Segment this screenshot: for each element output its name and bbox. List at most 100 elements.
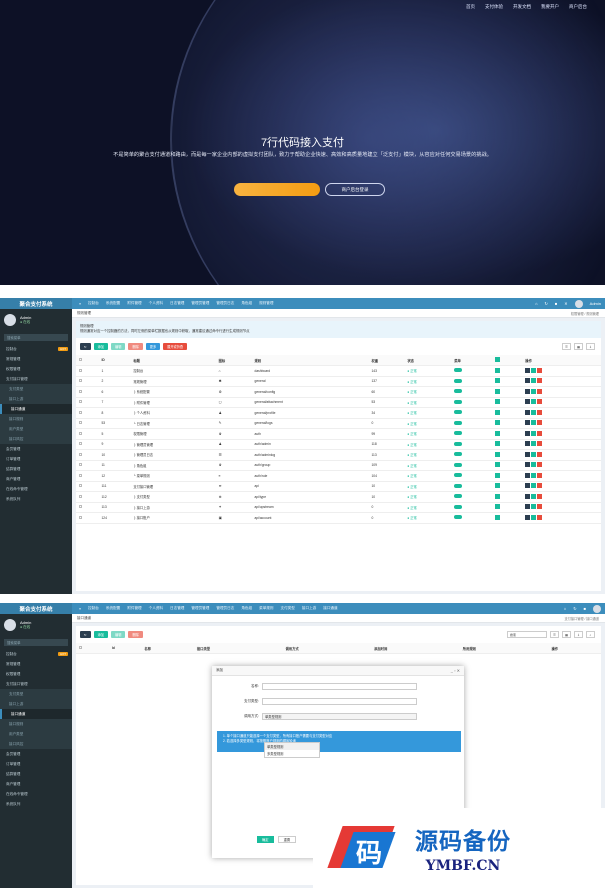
top-tab[interactable]: 系统配置 — [106, 301, 120, 306]
col-rule[interactable]: 规则 — [251, 355, 369, 366]
drag-icon[interactable] — [525, 388, 531, 394]
top-tab[interactable]: 系统配置 — [106, 606, 120, 611]
edit-icon[interactable] — [531, 430, 537, 436]
row-menu-switch[interactable] — [451, 481, 493, 492]
top-tab[interactable]: 支付类型 — [280, 606, 294, 611]
col-menu[interactable]: 菜单 — [451, 355, 493, 366]
row-toggle[interactable] — [492, 428, 523, 440]
sidebar-item-upstream[interactable]: 接口上游 — [0, 394, 72, 404]
sidebar-item-risk[interactable]: 接口风控 — [0, 434, 72, 444]
sidebar-item-merchant[interactable]: 商户管理 — [0, 779, 72, 789]
edit-icon[interactable] — [531, 367, 537, 373]
avatar[interactable] — [574, 299, 583, 308]
sidebar-item-user-type[interactable]: 用户类型 — [0, 424, 72, 434]
row-menu-switch[interactable] — [451, 386, 493, 398]
nav-signup[interactable]: 我要开户 — [541, 4, 559, 10]
delete-icon[interactable] — [537, 388, 543, 394]
row-checkbox[interactable] — [76, 439, 99, 450]
top-tab[interactable]: 控制台 — [88, 301, 99, 306]
row-checkbox[interactable] — [76, 397, 99, 408]
table-row[interactable]: 1 控制台 ⌂ dashboard 143 ● 正常 — [76, 365, 601, 377]
delete-icon[interactable] — [537, 472, 543, 478]
delete-button[interactable]: 删除 — [128, 631, 143, 638]
edit-button[interactable]: 编辑 — [111, 343, 126, 350]
mode-select[interactable]: 单类型规则 — [262, 713, 417, 720]
sidebar-item-channel[interactable]: 接口通道 — [0, 709, 72, 719]
delete-icon[interactable] — [537, 409, 543, 415]
row-toggle[interactable] — [492, 460, 523, 471]
add-button[interactable]: 添加 — [93, 631, 109, 638]
top-tab[interactable]: 管理员日志 — [216, 301, 234, 306]
sidebar-item-dashboard[interactable]: 控制台 HOT — [0, 649, 72, 659]
sidebar-item-api[interactable]: 支付接口管理 — [0, 374, 72, 384]
drag-icon[interactable] — [525, 514, 531, 520]
top-tab[interactable]: 角色组 — [241, 301, 252, 306]
top-tab[interactable]: 接口通道 — [323, 606, 337, 611]
row-toggle[interactable] — [492, 470, 523, 482]
row-checkbox[interactable] — [76, 407, 99, 419]
home-icon[interactable]: ⌂ — [564, 606, 566, 611]
columns-icon[interactable]: ▦ — [562, 631, 571, 638]
sidebar-item-merchant[interactable]: 商户管理 — [0, 474, 72, 484]
drag-icon[interactable] — [525, 493, 531, 499]
row-toggle[interactable] — [492, 376, 523, 387]
refresh-button[interactable]: ↻ — [80, 343, 91, 350]
merchant-login-button[interactable]: 商户后台登录 — [325, 183, 385, 196]
drag-icon[interactable] — [525, 409, 531, 415]
trash-icon[interactable]: ■ — [584, 606, 586, 611]
table-row[interactable]: 8 ├ 个人资料 ♟ general/profile 34 ● 正常 — [76, 407, 601, 419]
sidebar-item-member[interactable]: 会员管理 — [0, 444, 72, 454]
row-menu-switch[interactable] — [451, 449, 493, 461]
sidebar-item-api-type[interactable]: 支付类型 — [0, 384, 72, 394]
sidebar-item-channel[interactable]: 接口通道 — [0, 404, 72, 414]
delete-icon[interactable] — [537, 483, 543, 489]
nav-demo[interactable]: 支付体验 — [485, 4, 503, 10]
row-checkbox[interactable] — [76, 460, 99, 471]
table-row[interactable]: 11 ├ 角色组 ♛ auth/group 109 ● 正常 — [76, 460, 601, 471]
edit-icon[interactable] — [531, 441, 537, 447]
edit-icon[interactable] — [531, 388, 537, 394]
delete-button[interactable]: 删除 — [128, 343, 143, 350]
row-menu-switch[interactable] — [451, 407, 493, 419]
edit-icon[interactable] — [531, 409, 537, 415]
col-api-type[interactable]: 接口类型 — [193, 643, 283, 654]
row-menu-switch[interactable] — [451, 512, 493, 524]
drag-icon[interactable] — [525, 504, 531, 510]
row-menu-switch[interactable] — [451, 470, 493, 482]
row-menu-switch[interactable] — [451, 376, 493, 387]
top-tab[interactable]: 附件管理 — [127, 301, 141, 306]
col-weight[interactable]: 权重 — [368, 355, 405, 366]
row-toggle[interactable] — [492, 439, 523, 450]
delete-icon[interactable] — [537, 462, 543, 468]
drag-icon[interactable] — [525, 399, 531, 405]
table-row[interactable]: 113 ├ 接口上游 ✦ api/upstream 0 ● 正常 — [76, 502, 601, 513]
top-tab[interactable]: 日志管理 — [170, 301, 184, 306]
delete-icon[interactable] — [537, 367, 543, 373]
row-checkbox[interactable] — [76, 428, 99, 440]
top-tab[interactable]: 控制台 — [88, 606, 99, 611]
row-toggle[interactable] — [492, 418, 523, 429]
sidebar-item-settle[interactable]: 结算管理 — [0, 464, 72, 474]
table-row[interactable]: 5 权限管理 ♛ auth 99 ● 正常 — [76, 428, 601, 440]
select-all-checkbox[interactable] — [76, 355, 99, 366]
col-name[interactable]: 名称 — [141, 643, 194, 654]
search-icon[interactable]: ⌕ — [586, 631, 595, 638]
menu-toggle-icon[interactable]: ≡ — [79, 607, 81, 611]
sidebar-item-member[interactable]: 会员管理 — [0, 749, 72, 759]
columns-icon[interactable]: ▦ — [574, 343, 583, 350]
home-icon[interactable]: ⌂ — [535, 301, 537, 306]
table-row[interactable]: 112 ├ 支付类型 ⊕ api/type 10 ● 正常 — [76, 491, 601, 503]
row-checkbox[interactable] — [76, 512, 99, 524]
sidebar-item-auth[interactable]: 权限管理 — [0, 364, 72, 374]
row-toggle[interactable] — [492, 502, 523, 513]
row-checkbox[interactable] — [76, 491, 99, 503]
col-icon[interactable]: 图标 — [215, 355, 252, 366]
edit-button[interactable]: 编辑 — [111, 631, 126, 638]
delete-icon[interactable] — [537, 504, 543, 510]
more-button[interactable]: 更多 — [145, 343, 161, 350]
sidebar-item-rule[interactable]: 接口规则 — [0, 719, 72, 729]
top-tab[interactable]: 管理员管理 — [191, 606, 209, 611]
add-button[interactable]: 添加 — [93, 343, 109, 350]
edit-icon[interactable] — [531, 451, 537, 457]
col-call-mode[interactable]: 调用方式 — [282, 643, 372, 654]
